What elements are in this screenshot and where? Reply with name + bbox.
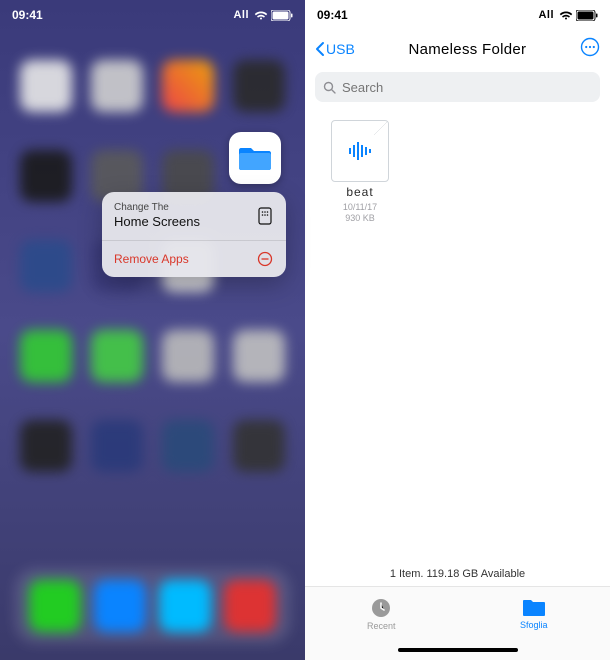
file-thumbnail [331, 120, 389, 182]
files-app-icon[interactable] [229, 132, 281, 184]
back-button[interactable]: USB [315, 41, 355, 57]
ellipsis-circle-icon [580, 37, 600, 57]
search-input[interactable] [342, 80, 592, 95]
folder-icon [522, 598, 546, 618]
chevron-left-icon [315, 41, 325, 57]
more-button[interactable] [580, 37, 600, 62]
carrier-label: All [538, 9, 554, 21]
search-bar[interactable] [315, 72, 600, 102]
context-menu-line1: Change The [114, 202, 200, 214]
tab-recent[interactable]: Recent [305, 587, 458, 640]
nav-bar: USB Nameless Folder [305, 30, 610, 68]
nav-title: Nameless Folder [408, 41, 526, 58]
file-grid: beat 10/11/17 930 KB [305, 112, 610, 562]
tab-browse-label: Sfoglia [520, 620, 548, 630]
home-screen-left: 09:41 All Change The Home Screens [0, 0, 305, 660]
context-menu-line2: Home Screens [114, 214, 200, 230]
file-size: 930 KB [343, 213, 377, 224]
audio-waveform-icon [346, 137, 374, 165]
wifi-icon [559, 10, 573, 20]
context-menu-remove-apps[interactable]: Remove Apps [102, 240, 286, 277]
battery-icon [576, 10, 598, 21]
phone-grid-icon [256, 207, 274, 225]
context-menu: Change The Home Screens Remove Apps [102, 192, 286, 277]
status-icons: All [233, 9, 293, 21]
tab-browse[interactable]: Sfoglia [458, 587, 610, 640]
home-indicator[interactable] [305, 640, 610, 660]
status-bar: 09:41 All [305, 0, 610, 30]
context-menu-remove-label: Remove Apps [114, 252, 189, 266]
file-name: beat [346, 185, 373, 199]
file-date: 10/11/17 [343, 202, 377, 213]
status-bar: 09:41 All [0, 0, 305, 30]
status-time: 09:41 [317, 8, 348, 22]
files-app-right: 09:41 All USB Nameless Folder [305, 0, 610, 660]
dock-blurred [14, 568, 291, 644]
folder-icon [238, 144, 272, 172]
file-meta: 10/11/17 930 KB [343, 202, 377, 224]
wifi-icon [254, 10, 268, 20]
status-time: 09:41 [12, 8, 43, 22]
back-label: USB [326, 41, 355, 57]
carrier-label: All [233, 9, 249, 21]
tab-recent-label: Recent [367, 621, 396, 631]
status-icons: All [538, 9, 598, 21]
search-icon [323, 81, 336, 94]
tab-bar: Recent Sfoglia [305, 586, 610, 640]
minus-circle-icon [256, 251, 274, 267]
context-menu-change-home[interactable]: Change The Home Screens [102, 192, 286, 240]
clock-icon [370, 597, 392, 619]
battery-icon [271, 10, 293, 21]
file-item[interactable]: beat 10/11/17 930 KB [319, 120, 401, 224]
storage-footer: 1 Item. 119.18 GB Available [305, 562, 610, 586]
